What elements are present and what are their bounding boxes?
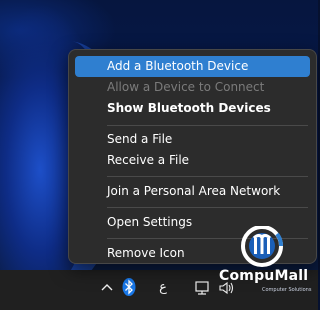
menu-separator [107,207,308,208]
menu-item-receive-file[interactable]: Receive a File [75,150,310,171]
menu-separator [107,125,308,126]
watermark-brand: CompuMall [219,268,309,284]
ime-indicator[interactable]: ع [156,279,170,297]
menu-item-show-bluetooth-devices[interactable]: Show Bluetooth Devices [75,98,310,119]
chevron-up-icon[interactable] [99,279,115,297]
network-icon[interactable] [193,279,213,297]
bluetooth-icon[interactable] [121,277,137,296]
menu-item-join-personal-area-network[interactable]: Join a Personal Area Network [75,181,310,202]
menu-item-allow-device-to-connect: Allow a Device to Connect [107,80,265,94]
menu-item-add-bluetooth-device[interactable]: Add a Bluetooth Device [75,56,310,77]
menu-separator [107,176,308,177]
watermark-tagline: Computer Solutions [262,287,312,293]
menu-item-send-file[interactable]: Send a File [75,129,310,150]
